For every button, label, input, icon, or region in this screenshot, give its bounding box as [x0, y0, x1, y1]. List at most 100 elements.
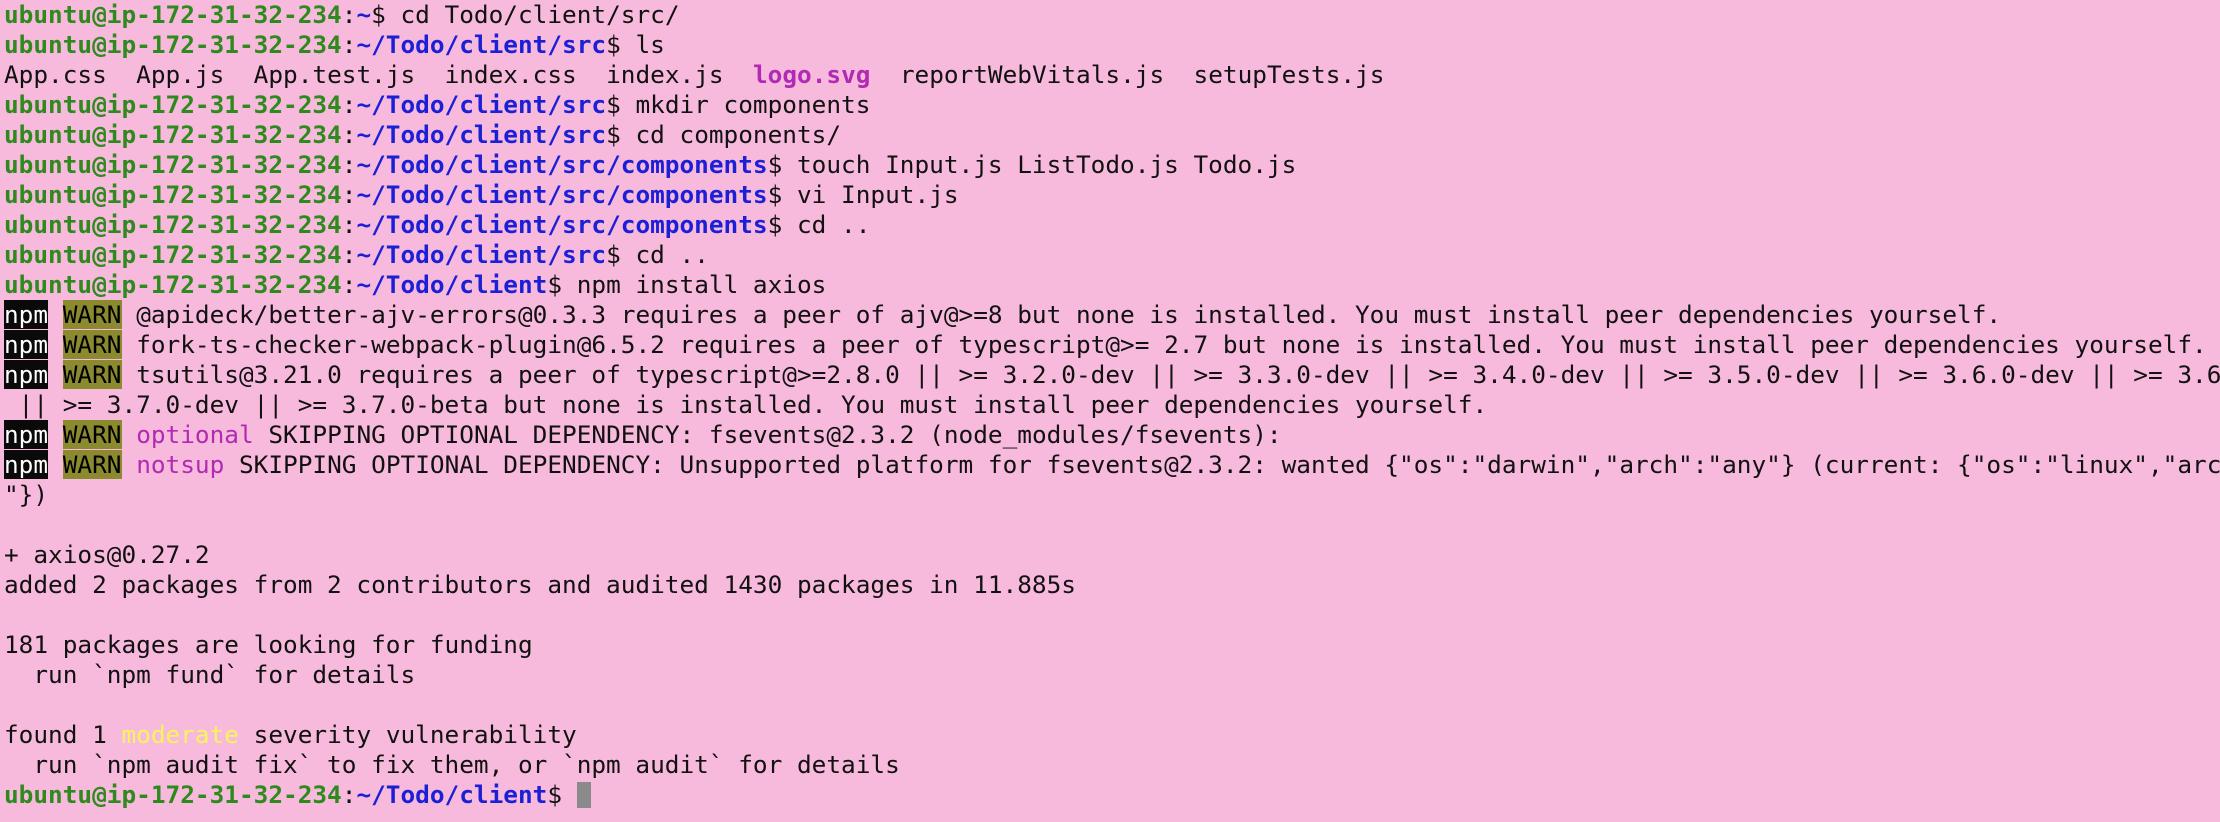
- prompt-line: ubuntu@ip-172-31-32-234:~/Todo/client/sr…: [4, 120, 2220, 150]
- prompt-line: ubuntu@ip-172-31-32-234:~/Todo/client/sr…: [4, 150, 2220, 180]
- ls-output-line: App.css App.js App.test.js index.css ind…: [4, 60, 2220, 90]
- separator: :: [341, 0, 357, 29]
- warn-badge: WARN: [62, 330, 122, 359]
- separator: :: [341, 240, 357, 269]
- output-line: added 2 packages from 2 contributors and…: [4, 570, 1076, 599]
- separator: [122, 420, 137, 449]
- command-text: npm install axios: [576, 270, 827, 299]
- prompt-path: ~/Todo/client/src/components: [356, 150, 768, 179]
- npm-badge: npm: [4, 330, 49, 359]
- cursor-block: [576, 782, 591, 808]
- npm-warn-line: npm WARN @apideck/better-ajv-errors@0.3.…: [4, 300, 2220, 330]
- separator: $: [371, 0, 401, 29]
- separator: $: [606, 240, 636, 269]
- file-name: App.js: [136, 60, 225, 89]
- command-text: mkdir components: [635, 90, 871, 119]
- separator: :: [341, 180, 357, 209]
- prompt-user-host: ubuntu@ip-172-31-32-234: [4, 180, 342, 209]
- file-name: index.css: [444, 60, 577, 89]
- npm-badge: npm: [4, 300, 49, 329]
- prompt-line: ubuntu@ip-172-31-32-234:~$ cd Todo/clien…: [4, 0, 2220, 30]
- warn-message: SKIPPING OPTIONAL DEPENDENCY: Unsupporte…: [238, 450, 2220, 479]
- file-name: App.test.js: [253, 60, 416, 89]
- separator: [224, 450, 239, 479]
- terminal-window[interactable]: ubuntu@ip-172-31-32-234:~$ cd Todo/clien…: [0, 0, 2220, 822]
- prompt-path: ~/Todo/client/src: [356, 90, 607, 119]
- separator: :: [341, 150, 357, 179]
- command-text: cd ..: [796, 210, 871, 239]
- output-line: run `npm fund` for details: [4, 660, 416, 689]
- warn-message: @apideck/better-ajv-errors@0.3.3 require…: [136, 300, 2002, 329]
- output-line: 181 packages are looking for funding: [4, 630, 533, 659]
- separator: $: [606, 30, 636, 59]
- separator: :: [341, 210, 357, 239]
- npm-warn-line: npm WARN notsup SKIPPING OPTIONAL DEPEND…: [4, 450, 2220, 480]
- prompt-path: ~/Todo/client/src/components: [356, 210, 768, 239]
- prompt-line: ubuntu@ip-172-31-32-234:~/Todo/client/sr…: [4, 210, 2220, 240]
- warn-badge: WARN: [62, 300, 122, 329]
- prompt-path: ~/Todo/client: [356, 270, 548, 299]
- command-text: cd ..: [635, 240, 709, 269]
- prompt-path: ~/Todo/client/src: [356, 120, 607, 149]
- separator: [107, 60, 136, 89]
- prompt-user-host: ubuntu@ip-172-31-32-234: [4, 270, 342, 299]
- separator: :: [341, 270, 357, 299]
- separator: $: [767, 210, 797, 239]
- prompt-line: ubuntu@ip-172-31-32-234:~/Todo/client/sr…: [4, 90, 2220, 120]
- vuln-prefix: found 1: [4, 720, 122, 749]
- separator: $: [767, 180, 797, 209]
- prompt-user-host: ubuntu@ip-172-31-32-234: [4, 210, 342, 239]
- prompt-user-host: ubuntu@ip-172-31-32-234: [4, 240, 342, 269]
- output-line: "}): [4, 480, 49, 509]
- warn-tag: optional: [136, 420, 254, 449]
- separator: :: [341, 30, 357, 59]
- prompt-line: ubuntu@ip-172-31-32-234:~/Todo/client/sr…: [4, 30, 2220, 60]
- warn-badge: WARN: [62, 360, 122, 389]
- separator: [122, 360, 137, 389]
- warn-tag: notsup: [136, 450, 225, 479]
- separator: [122, 330, 137, 359]
- prompt-path: ~/Todo/client/src: [356, 30, 607, 59]
- npm-badge: npm: [4, 360, 49, 389]
- prompt-path: ~/Todo/client/src: [356, 240, 607, 269]
- prompt-user-host: ubuntu@ip-172-31-32-234: [4, 780, 342, 809]
- separator: [415, 60, 444, 89]
- prompt-user-host: ubuntu@ip-172-31-32-234: [4, 30, 342, 59]
- vulnerability-line: found 1 moderate severity vulnerability: [4, 720, 2220, 750]
- separator: [122, 450, 137, 479]
- npm-warn-line: npm WARN fork-ts-checker-webpack-plugin@…: [4, 330, 2220, 360]
- command-text: touch Input.js ListTodo.js Todo.js: [796, 150, 1297, 179]
- warn-badge: WARN: [62, 450, 122, 479]
- separator: [1164, 60, 1193, 89]
- separator: [48, 330, 63, 359]
- npm-warn-line: npm WARN optional SKIPPING OPTIONAL DEPE…: [4, 420, 2220, 450]
- npm-badge: npm: [4, 450, 49, 479]
- separator: [870, 60, 899, 89]
- prompt-path: ~/Todo/client/src/components: [356, 180, 768, 209]
- prompt-line: ubuntu@ip-172-31-32-234:~/Todo/client$: [4, 780, 2220, 810]
- vuln-severity: moderate: [121, 720, 239, 749]
- command-text: cd components/: [635, 120, 842, 149]
- separator: [224, 60, 253, 89]
- separator: :: [341, 120, 357, 149]
- prompt-user-host: ubuntu@ip-172-31-32-234: [4, 150, 342, 179]
- separator: [48, 450, 63, 479]
- warn-message: fork-ts-checker-webpack-plugin@6.5.2 req…: [136, 330, 2207, 359]
- output-line: run `npm audit fix` to fix them, or `npm…: [4, 750, 900, 779]
- separator: $: [547, 270, 577, 299]
- warn-badge: WARN: [62, 420, 122, 449]
- separator: [577, 60, 606, 89]
- separator: :: [341, 90, 357, 119]
- separator: [48, 360, 63, 389]
- warn-message: tsutils@3.21.0 requires a peer of typesc…: [136, 360, 2220, 389]
- file-name: setupTests.js: [1193, 60, 1385, 89]
- file-name: logo.svg: [752, 60, 871, 89]
- warn-message: SKIPPING OPTIONAL DEPENDENCY: fsevents@2…: [268, 420, 1282, 449]
- separator: [48, 420, 63, 449]
- separator: [724, 60, 753, 89]
- output-line: + axios@0.27.2: [4, 540, 210, 569]
- file-name: reportWebVitals.js: [899, 60, 1165, 89]
